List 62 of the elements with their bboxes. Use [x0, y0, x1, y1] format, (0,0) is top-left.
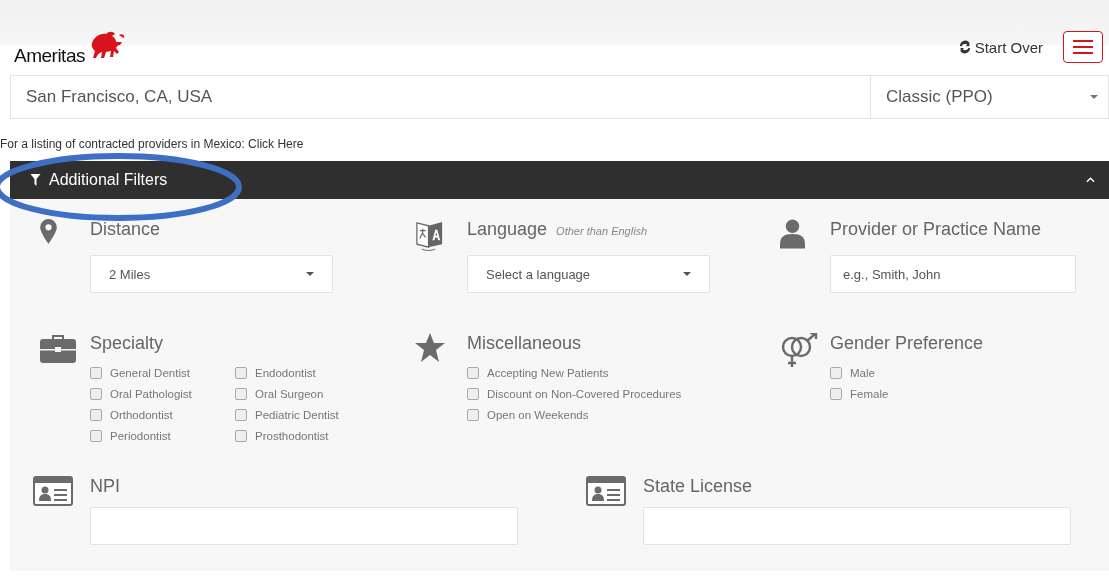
translate-icon [414, 219, 445, 252]
field-label: State License [643, 476, 754, 497]
start-over-button[interactable]: Start Over [957, 38, 1043, 56]
location-field[interactable]: San Francisco, CA, USA [10, 75, 871, 119]
filter-heading: Language [467, 219, 548, 240]
checkbox-option[interactable]: Prosthodontist [235, 425, 380, 446]
checkbox[interactable] [235, 429, 247, 442]
caret-icon [683, 272, 691, 276]
checkbox-option[interactable]: Endodontist [235, 362, 380, 383]
plan-dropdown[interactable]: Classic (PPO) [871, 75, 1109, 119]
checkbox[interactable] [90, 366, 102, 379]
checkbox[interactable] [90, 387, 102, 400]
field-label: NPI [90, 476, 121, 497]
filter-icon [30, 174, 41, 186]
id-card-icon [33, 476, 73, 506]
caret-icon [306, 272, 314, 276]
name-field[interactable]: e.g., Smith, John [830, 255, 1076, 293]
checkbox-option[interactable]: Pediatric Dentist [235, 404, 380, 425]
briefcase-icon [40, 333, 76, 363]
checkbox[interactable] [235, 387, 247, 400]
checkbox[interactable] [90, 408, 102, 421]
checkbox-option[interactable]: Oral Pathologist [90, 383, 235, 404]
checkbox[interactable] [830, 366, 842, 379]
dropdown[interactable]: Select a language [467, 255, 710, 293]
checkbox[interactable] [235, 366, 247, 379]
filter-heading: Miscellaneous [467, 333, 582, 354]
checkbox[interactable] [830, 387, 842, 400]
checkbox[interactable] [90, 429, 102, 442]
checkbox[interactable] [235, 408, 247, 421]
checkbox[interactable] [467, 387, 479, 400]
star-icon [414, 333, 446, 363]
mexico-note: For a listing of contracted providers in Mexico: Click Here [0, 137, 305, 153]
menu-button[interactable] [1063, 31, 1103, 63]
filter-heading: Provider or Practice Name [830, 219, 1042, 240]
filters-bar[interactable]: Additional Filters [10, 161, 1109, 199]
filter-heading: Gender Preference [830, 333, 984, 354]
text-field[interactable] [90, 507, 518, 545]
checkbox-option[interactable]: General Dentist [90, 362, 235, 383]
checkbox-option[interactable]: Male [830, 362, 975, 383]
refresh-icon [957, 40, 972, 54]
checkbox[interactable] [467, 366, 479, 379]
filter-heading: Distance [90, 219, 161, 240]
checkbox-option[interactable]: Orthodontist [90, 404, 235, 425]
id-card-icon [586, 476, 626, 506]
checkbox-option[interactable]: Accepting New Patients [467, 362, 682, 383]
menu-icon [1073, 39, 1093, 55]
caret-icon [1090, 95, 1098, 99]
text-field[interactable] [643, 507, 1071, 545]
filters-title: Additional Filters [49, 171, 168, 189]
filter-heading: Specialty [90, 333, 164, 354]
person-icon [780, 219, 805, 249]
checkbox-option[interactable]: Oral Surgeon [235, 383, 380, 404]
checkbox-option[interactable]: Open on Weekends [467, 404, 682, 425]
checkbox-option[interactable]: Discount on Non-Covered Procedures [467, 383, 682, 404]
logo-text: Ameritas [14, 45, 85, 67]
checkbox[interactable] [467, 408, 479, 421]
checkbox-option[interactable]: Periodontist [90, 425, 235, 446]
filter-hint: Other than English [556, 225, 648, 237]
checkbox-option[interactable]: Female [830, 383, 975, 404]
dropdown[interactable]: 2 Miles [90, 255, 333, 293]
map-pin-icon [40, 219, 57, 244]
click-here-link[interactable]: Click Here [248, 137, 304, 151]
